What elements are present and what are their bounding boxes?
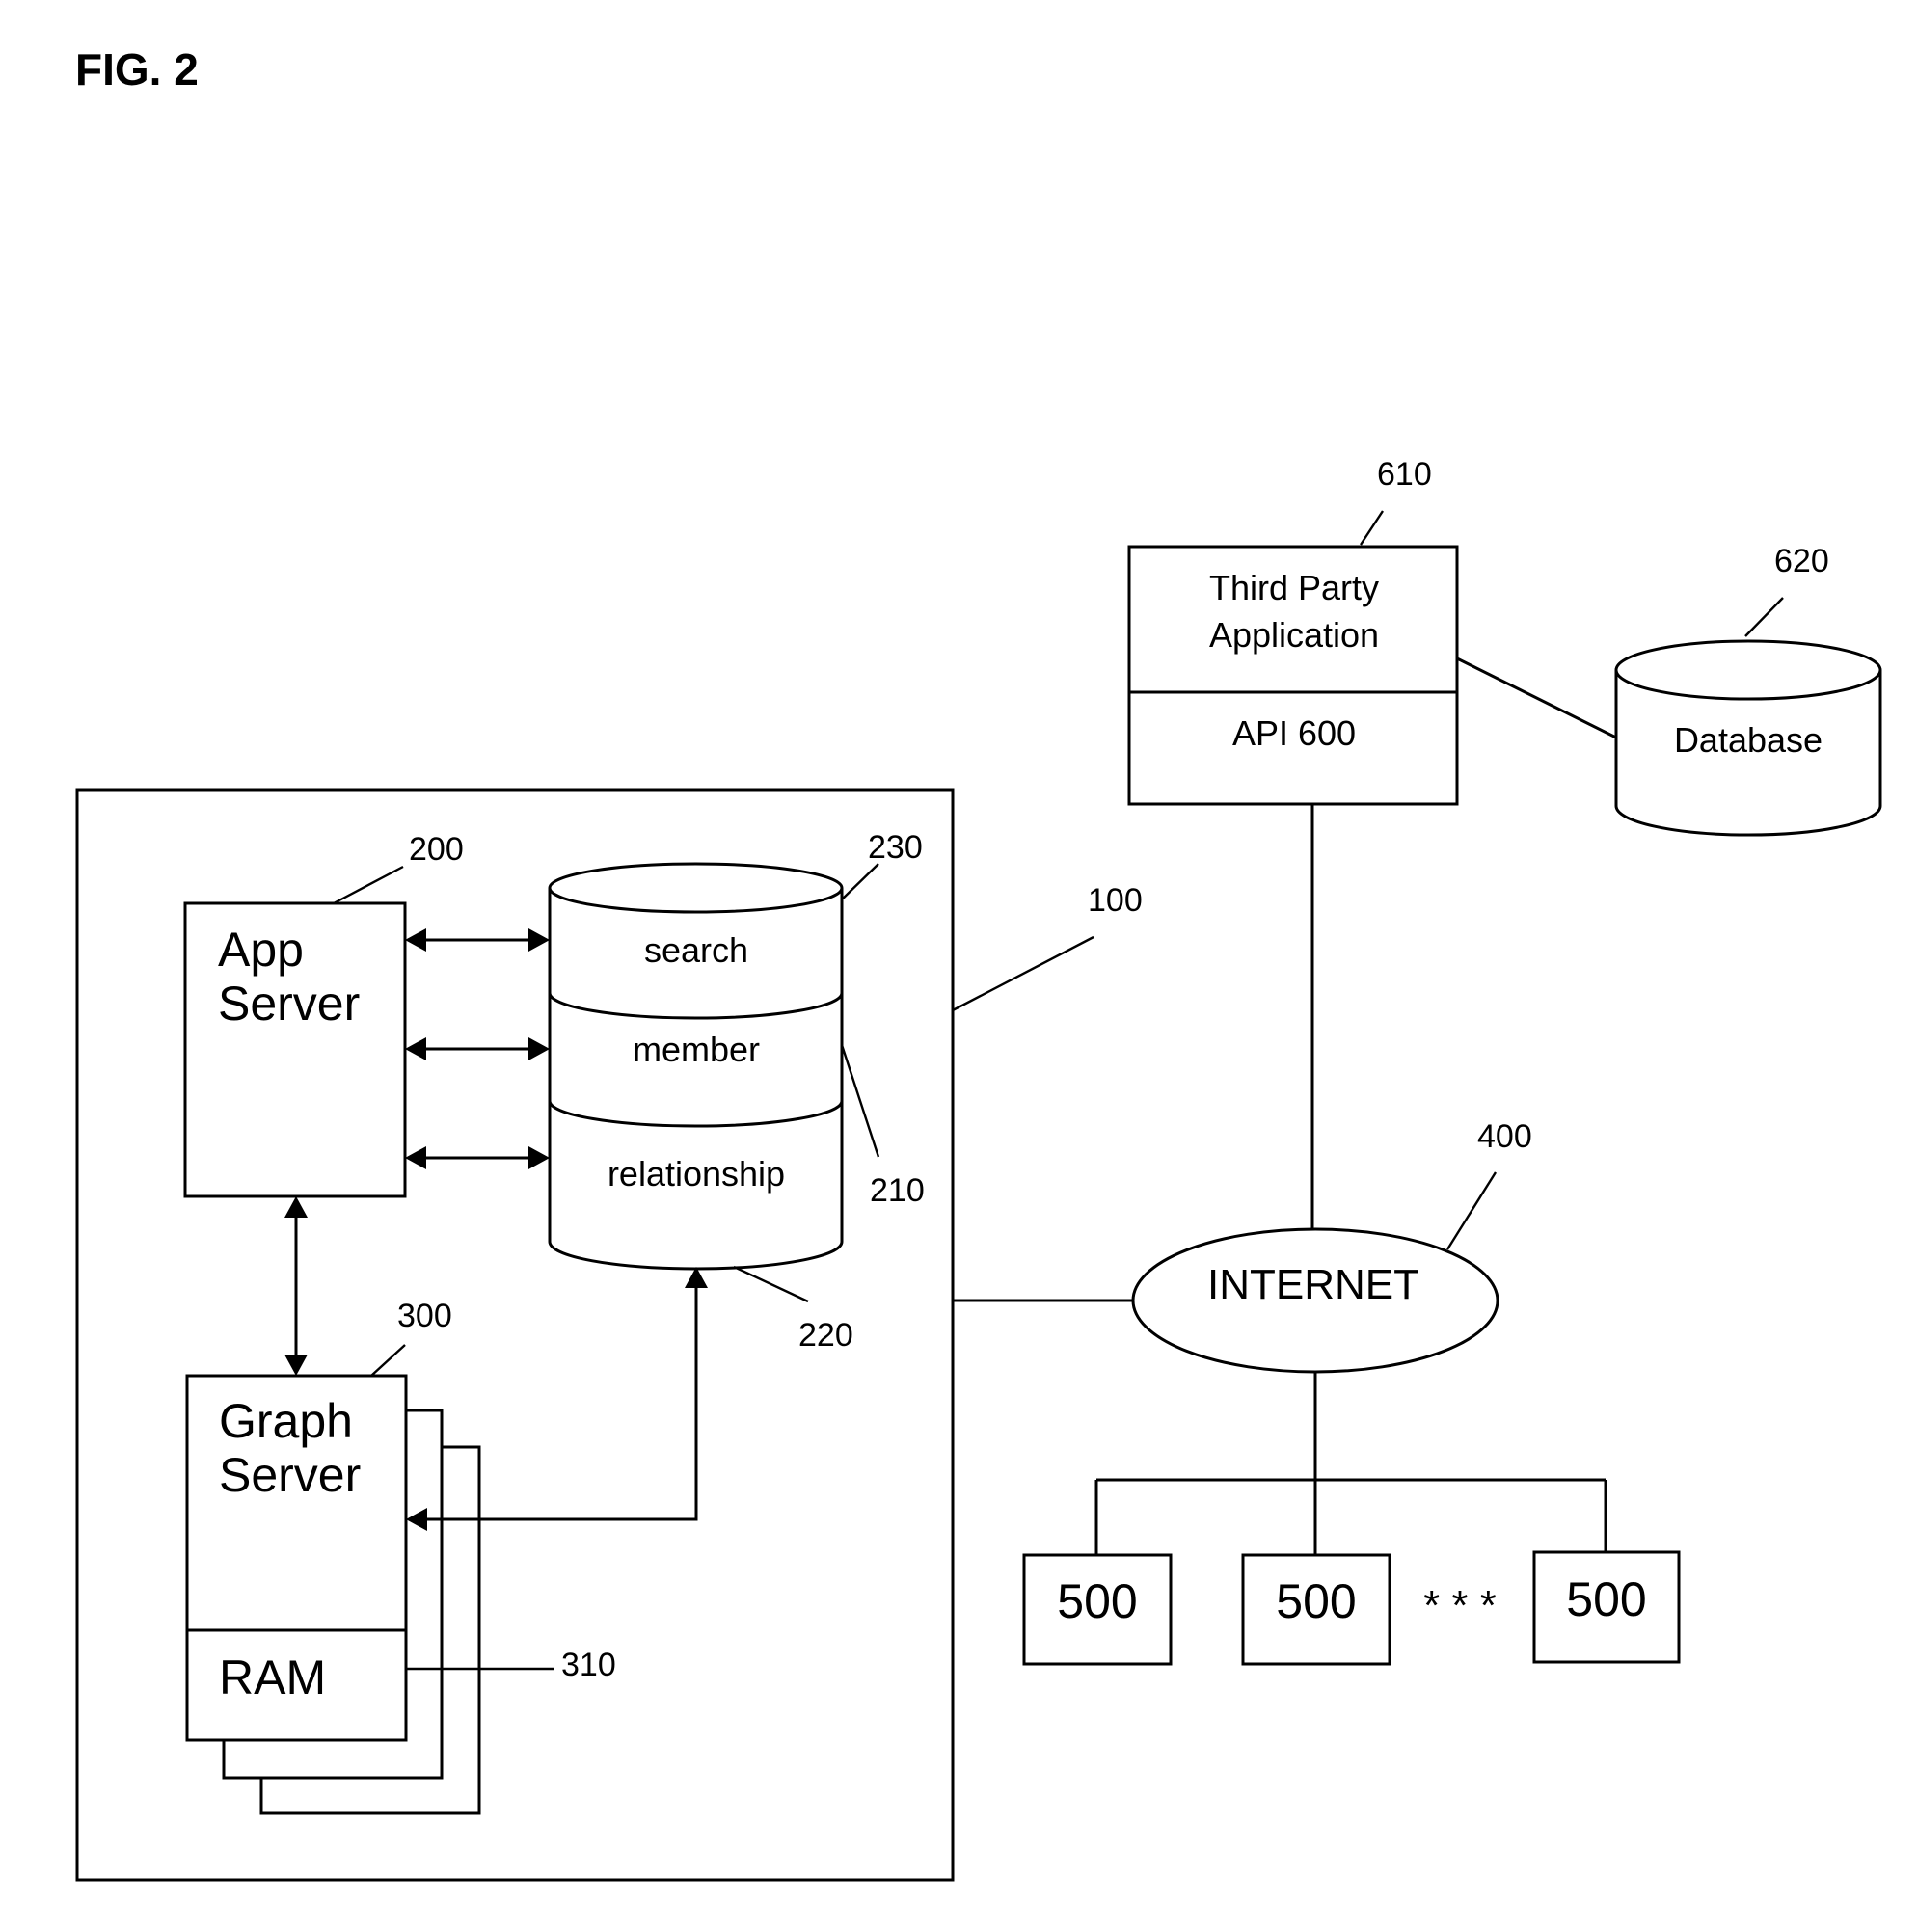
internet-ref-leader xyxy=(1445,1171,1498,1250)
external-database-ref-leader xyxy=(1744,597,1784,637)
app-server-ref-label: 200 xyxy=(409,831,464,868)
db-bottom-ref-label: 220 xyxy=(798,1317,853,1354)
client-label-3: 500 xyxy=(1566,1572,1646,1626)
ram-ref-label: 310 xyxy=(561,1647,616,1683)
app-server-label-line2: Server xyxy=(218,977,360,1031)
graph-server-label-line1: Graph xyxy=(219,1394,353,1448)
external-database-label: Database xyxy=(1674,720,1823,760)
app-server-label-line1: App xyxy=(218,923,304,977)
system-ref-leader xyxy=(952,935,1094,1012)
graph-server-ref-label: 300 xyxy=(397,1298,452,1334)
api-label: API 600 xyxy=(1232,713,1356,753)
db-top-ref-label: 230 xyxy=(868,829,923,866)
clients-ellipsis: * * * xyxy=(1423,1582,1497,1629)
third-party-ref-leader xyxy=(1359,510,1385,546)
db-cylinder-ref-label: 210 xyxy=(870,1172,925,1209)
client-connection-tree xyxy=(1094,1372,1607,1555)
figure-title: FIG. 2 xyxy=(75,44,199,94)
third-party-label-line1: Third Party xyxy=(1209,568,1379,607)
system-ref-label: 100 xyxy=(1088,882,1143,919)
internet-ref-label: 400 xyxy=(1477,1118,1532,1155)
internet-label: INTERNET xyxy=(1207,1261,1419,1308)
graph-server-label-line2: Server xyxy=(219,1448,361,1502)
graph-server-ram-label: RAM xyxy=(219,1650,326,1704)
client-label-1: 500 xyxy=(1057,1574,1137,1628)
db-segment-member: member xyxy=(633,1030,760,1069)
db-segment-relationship: relationship xyxy=(608,1154,785,1194)
external-database-ref-label: 620 xyxy=(1774,543,1829,579)
db-segment-search: search xyxy=(644,930,748,970)
architecture-diagram: FIG. 2 100 App Server 200 search member … xyxy=(75,44,1882,1882)
third-party-label-line2: Application xyxy=(1209,615,1379,655)
third-party-ref-label: 610 xyxy=(1377,456,1432,493)
app-to-external-db-line xyxy=(1456,657,1617,739)
client-label-2: 500 xyxy=(1276,1574,1356,1628)
